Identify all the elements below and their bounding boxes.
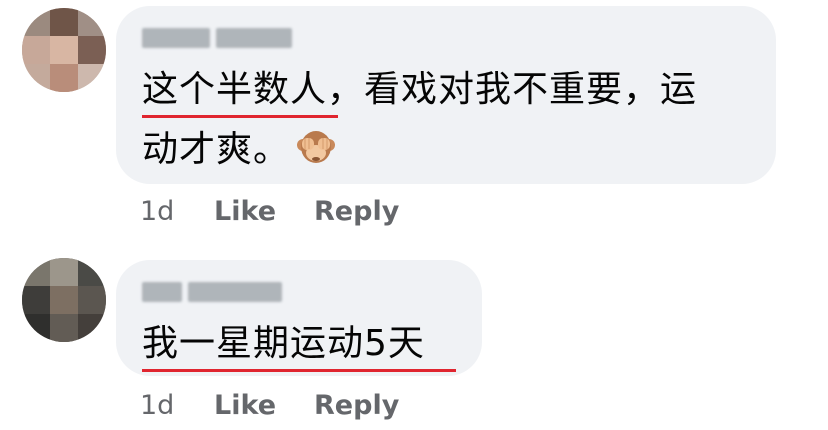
like-button[interactable]: Like [214,390,276,421]
comment-text-line: 动才爽。 [142,129,291,170]
comment-text-line: 这个半数人，看戏对我不重要，运 [142,69,698,110]
comment-actions: 1d Like Reply [140,390,437,421]
highlight-underline [142,115,338,118]
timestamp[interactable]: 1d [140,196,214,227]
avatar[interactable] [22,258,106,342]
comment-bubble: 我一星期运动5天 [116,260,482,376]
author-name-blurred[interactable] [142,282,282,302]
comment-text-line: 我一星期运动5天 [142,323,425,364]
comment-text: 动才爽。 [142,120,336,180]
comment-text: 这个半数人，看戏对我不重要，运 [142,60,697,120]
author-name-blurred[interactable] [142,28,292,48]
avatar[interactable] [22,8,106,92]
like-button[interactable]: Like [214,196,276,227]
highlight-underline [142,369,456,372]
comment-actions: 1d Like Reply [140,196,437,227]
see-no-evil-monkey-icon [296,126,336,166]
reply-button[interactable]: Reply [314,390,399,421]
comment-text: 我一星期运动5天 [142,314,425,374]
comment-bubble: 这个半数人，看戏对我不重要，运 动才爽。 [116,6,776,184]
reply-button[interactable]: Reply [314,196,399,227]
timestamp[interactable]: 1d [140,390,214,421]
